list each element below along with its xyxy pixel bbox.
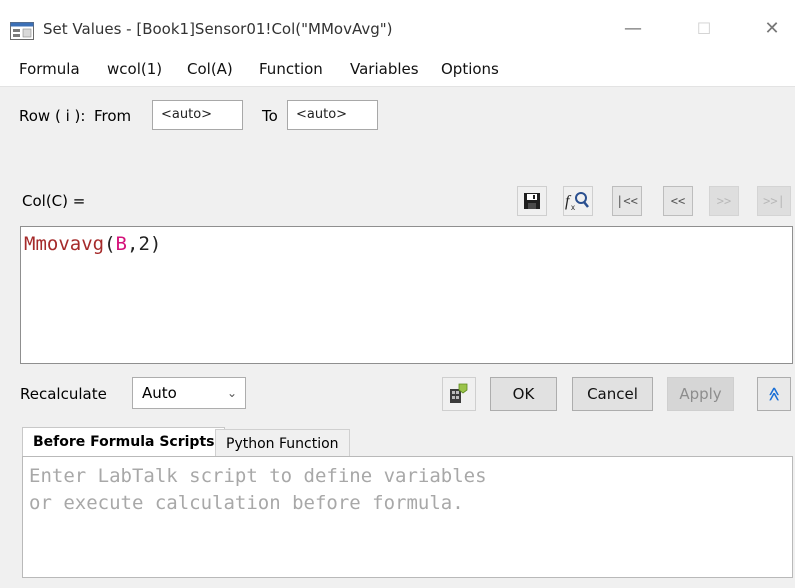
save-button[interactable] bbox=[517, 186, 547, 216]
recalculate-label: Recalculate bbox=[20, 385, 107, 403]
formula-editor[interactable]: Mmovavg(B,2) bbox=[20, 226, 793, 364]
to-input[interactable]: <auto> bbox=[287, 100, 378, 130]
ok-button[interactable]: OK bbox=[490, 377, 557, 411]
last-button[interactable]: >>| bbox=[757, 186, 791, 216]
apply-button[interactable]: Apply bbox=[667, 377, 734, 411]
from-label: From bbox=[94, 107, 132, 125]
app-icon bbox=[10, 22, 34, 40]
menu-function[interactable]: Function bbox=[259, 60, 323, 78]
lock-variables-button[interactable] bbox=[442, 377, 476, 411]
window-title: Set Values - [Book1]Sensor01!Col("MMovAv… bbox=[43, 20, 393, 38]
save-icon bbox=[524, 193, 540, 209]
minimize-button[interactable]: — bbox=[618, 14, 648, 44]
menu-options[interactable]: Options bbox=[441, 60, 499, 78]
before-formula-script-editor[interactable]: Enter LabTalk script to define variables… bbox=[22, 456, 793, 578]
next-button[interactable]: >> bbox=[709, 186, 739, 216]
menu-bar: Formula wcol(1) Col(A) Function Variable… bbox=[0, 56, 795, 86]
double-chevron-up-icon: ≫ bbox=[766, 386, 782, 402]
function-search-button[interactable]: f x bbox=[563, 186, 593, 216]
formula-open-paren: ( bbox=[104, 233, 116, 255]
script-placeholder-line1: Enter LabTalk script to define variables bbox=[29, 465, 487, 487]
worksheet-pin-icon bbox=[450, 383, 468, 403]
recalculate-value: Auto bbox=[142, 384, 177, 402]
to-label: To bbox=[262, 107, 278, 125]
row-label: Row ( i ): bbox=[19, 107, 86, 125]
collapse-button[interactable]: ≫ bbox=[757, 377, 791, 411]
tab-python-function[interactable]: Python Function bbox=[215, 429, 350, 457]
menu-col-a[interactable]: Col(A) bbox=[187, 60, 233, 78]
first-button[interactable]: |<< bbox=[612, 186, 642, 216]
formula-close-paren: ) bbox=[149, 233, 162, 255]
formula-comma: , bbox=[126, 233, 139, 255]
tab-before-formula-scripts[interactable]: Before Formula Scripts bbox=[22, 427, 226, 457]
prev-button[interactable]: << bbox=[663, 186, 693, 216]
svg-text:x: x bbox=[571, 203, 575, 212]
from-input[interactable]: <auto> bbox=[152, 100, 243, 130]
menu-separator bbox=[0, 86, 795, 87]
formula-number: 2 bbox=[138, 233, 150, 255]
menu-wcol[interactable]: wcol(1) bbox=[107, 60, 162, 78]
formula-column-ref: B bbox=[115, 233, 127, 255]
formula-label: Col(C) = bbox=[22, 192, 86, 210]
formula-function: Mmovavg bbox=[24, 233, 105, 255]
script-placeholder-line2: or execute calculation before formula. bbox=[29, 492, 464, 514]
title-bar: Set Values - [Book1]Sensor01!Col("MMovAv… bbox=[0, 0, 795, 56]
maximize-button[interactable]: ☐ bbox=[689, 14, 719, 44]
menu-variables[interactable]: Variables bbox=[350, 60, 419, 78]
recalculate-select[interactable]: Auto ⌄ bbox=[132, 377, 246, 409]
menu-formula[interactable]: Formula bbox=[19, 60, 80, 78]
chevron-down-icon: ⌄ bbox=[226, 386, 237, 400]
function-search-icon: f x bbox=[565, 192, 589, 212]
cancel-button[interactable]: Cancel bbox=[572, 377, 653, 411]
close-button[interactable]: ✕ bbox=[757, 14, 787, 44]
